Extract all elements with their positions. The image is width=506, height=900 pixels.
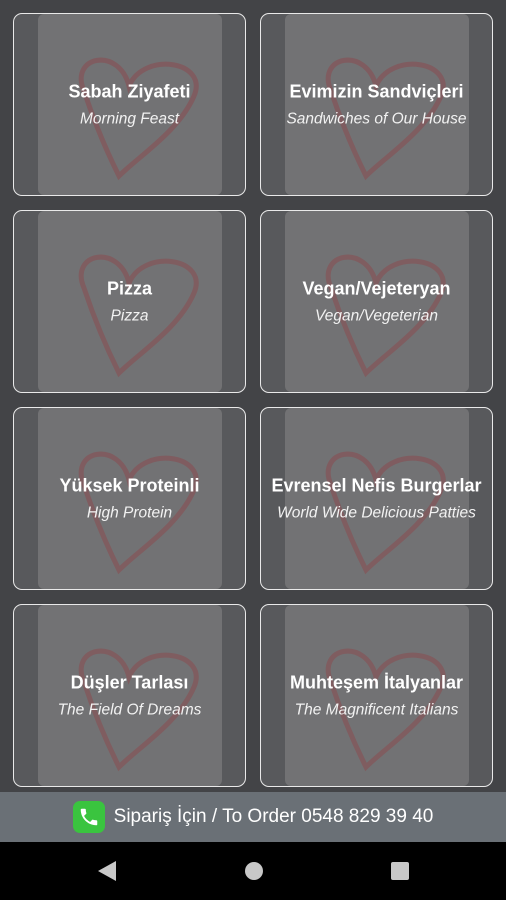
category-card-field-of-dreams[interactable]: Düşler Tarlası The Field Of Dreams [13, 604, 246, 787]
category-title: Yüksek Proteinli [59, 475, 200, 495]
category-title: Sabah Ziyafeti [68, 81, 191, 101]
category-subtitle: Sandwiches of Our House [286, 110, 467, 127]
category-subtitle: The Field Of Dreams [57, 701, 202, 718]
category-subtitle: Morning Feast [79, 110, 180, 127]
category-title: Muhteşem İtalyanlar [289, 672, 464, 692]
category-card-vegan[interactable]: Vegan/Vejeteryan Vegan/Vegeterian [260, 210, 493, 393]
category-subtitle: World Wide Delicious Patties [277, 504, 476, 521]
category-title: Vegan/Vejeteryan [302, 278, 451, 298]
category-card-high-protein[interactable]: Yüksek Proteinli High Protein [13, 407, 246, 590]
category-card-sandwiches[interactable]: Evimizin Sandviçleri Sandwiches of Our H… [260, 13, 493, 196]
recents-icon[interactable] [389, 859, 411, 883]
card-text: Muhteşem İtalyanlar The Magnificent Ital… [261, 671, 492, 720]
category-subtitle: The Magnificent Italians [294, 701, 459, 718]
category-grid: Sabah Ziyafeti Morning Feast Evimizin Sa… [0, 0, 506, 792]
card-text: Vegan/Vejeteryan Vegan/Vegeterian [261, 277, 492, 326]
card-text: Evrensel Nefis Burgerlar World Wide Deli… [261, 474, 492, 523]
category-title: Evimizin Sandviçleri [289, 81, 464, 101]
card-text: Düşler Tarlası The Field Of Dreams [14, 671, 245, 720]
card-text: Pizza Pizza [14, 277, 245, 326]
phone-icon [72, 801, 105, 833]
order-phone-bar[interactable]: Sipariş İçin / To Order 0548 829 39 40 [0, 792, 506, 842]
card-text: Yüksek Proteinli High Protein [14, 474, 245, 523]
category-title: Düşler Tarlası [70, 672, 189, 692]
category-card-morning-feast[interactable]: Sabah Ziyafeti Morning Feast [13, 13, 246, 196]
category-card-burgers[interactable]: Evrensel Nefis Burgerlar World Wide Deli… [260, 407, 493, 590]
category-card-italians[interactable]: Muhteşem İtalyanlar The Magnificent Ital… [260, 604, 493, 787]
category-subtitle: Vegan/Vegeterian [315, 307, 438, 324]
category-card-pizza[interactable]: Pizza Pizza [13, 210, 246, 393]
category-subtitle: High Protein [86, 504, 173, 521]
system-navigation-bar [0, 842, 506, 900]
category-subtitle: Pizza [110, 307, 149, 324]
category-title: Pizza [106, 278, 153, 298]
card-text: Evimizin Sandviçleri Sandwiches of Our H… [261, 80, 492, 129]
category-title: Evrensel Nefis Burgerlar [271, 475, 482, 495]
order-phone-text: Sipariş İçin / To Order 0548 829 39 40 [113, 806, 434, 827]
back-icon[interactable] [96, 859, 118, 883]
card-text: Sabah Ziyafeti Morning Feast [14, 80, 245, 129]
home-icon[interactable] [243, 859, 265, 883]
